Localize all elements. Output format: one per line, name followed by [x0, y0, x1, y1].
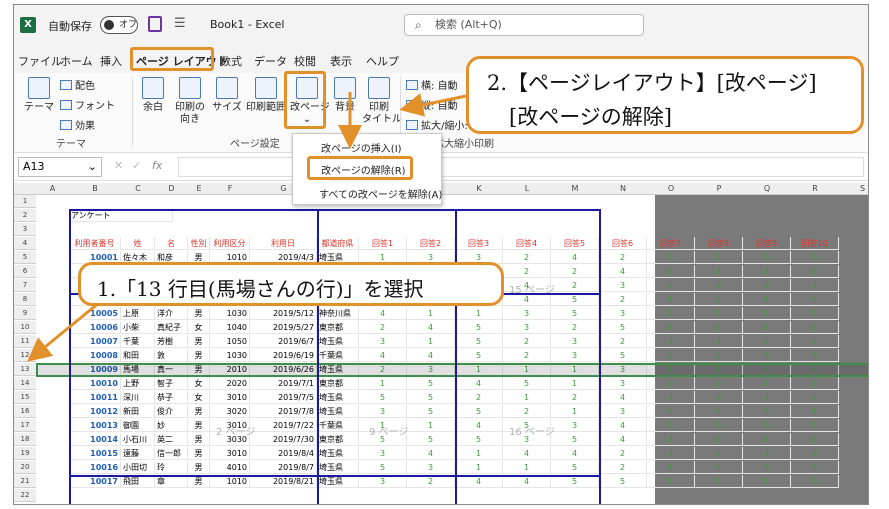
callout-step-1-text: 1.「13 行目(馬場さんの行)」を選択 [97, 277, 424, 301]
callout-step-2-line-1: 2.【ページレイアウト】[改ページ] [487, 71, 817, 95]
arrow-to-row-13-icon [27, 300, 101, 362]
callout-step-2-line-2: [改ページの解除] [509, 105, 672, 129]
callout-step-1: 1.「13 行目(馬場さんの行)」を選択 [78, 262, 504, 306]
arrow-to-breaks-icon [399, 93, 467, 117]
callout-step-2: 2.【ページレイアウト】[改ページ] [改ページの解除] [466, 56, 864, 134]
